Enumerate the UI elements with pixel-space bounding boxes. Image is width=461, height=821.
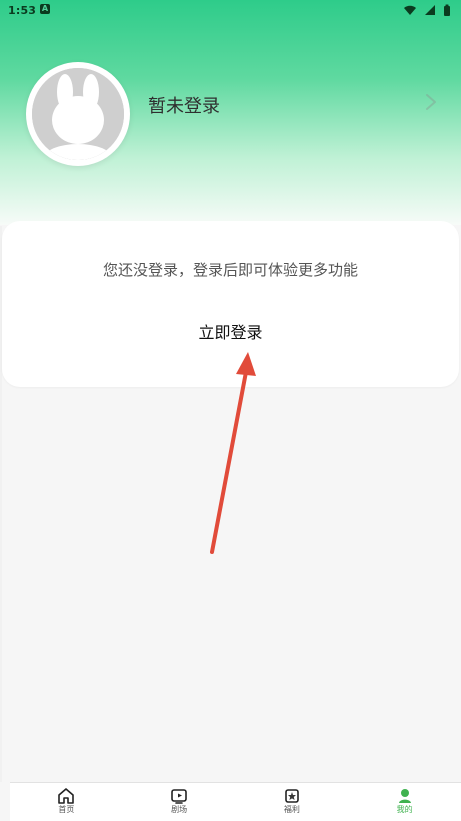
profile-row[interactable]: 暂未登录 <box>0 60 461 166</box>
nav-item-home[interactable]: 首页 <box>10 787 122 821</box>
wifi-icon <box>404 5 416 15</box>
login-status-text[interactable]: 暂未登录 <box>148 92 220 118</box>
status-bar: 1:53 A <box>0 0 461 20</box>
login-prompt-message: 您还没登录，登录后即可体验更多功能 <box>102 261 358 279</box>
login-prompt-card: 您还没登录，登录后即可体验更多功能 立即登录 <box>2 221 459 387</box>
nav-item-welfare[interactable]: 福利 <box>236 787 348 821</box>
nav-label-theater: 剧场 <box>171 805 188 814</box>
login-now-button[interactable]: 立即登录 <box>198 319 262 343</box>
nav-label-me: 我的 <box>396 805 413 814</box>
play-icon <box>171 789 187 804</box>
nav-label-welfare: 福利 <box>283 805 300 814</box>
rabbit-avatar-icon <box>32 68 124 160</box>
rabbit-avatar-svg <box>32 68 124 160</box>
gift-icon <box>285 789 299 803</box>
avatar[interactable] <box>26 62 130 166</box>
signal-icon <box>425 5 435 15</box>
nav-item-theater[interactable]: 剧场 <box>123 787 235 821</box>
chevron-right-icon[interactable] <box>425 93 437 111</box>
status-app-icon: A <box>40 4 50 14</box>
status-right <box>403 3 451 17</box>
status-time: 1:53 <box>8 4 37 17</box>
nav-item-me[interactable]: 我的 <box>349 787 461 821</box>
battery-icon <box>444 4 450 16</box>
left-edge-shadow <box>0 226 2 782</box>
nav-label-home: 首页 <box>58 805 75 814</box>
user-icon <box>398 789 411 803</box>
home-icon <box>58 788 75 804</box>
bottom-navigation: 首页 剧场 福利 我的 <box>10 782 461 821</box>
